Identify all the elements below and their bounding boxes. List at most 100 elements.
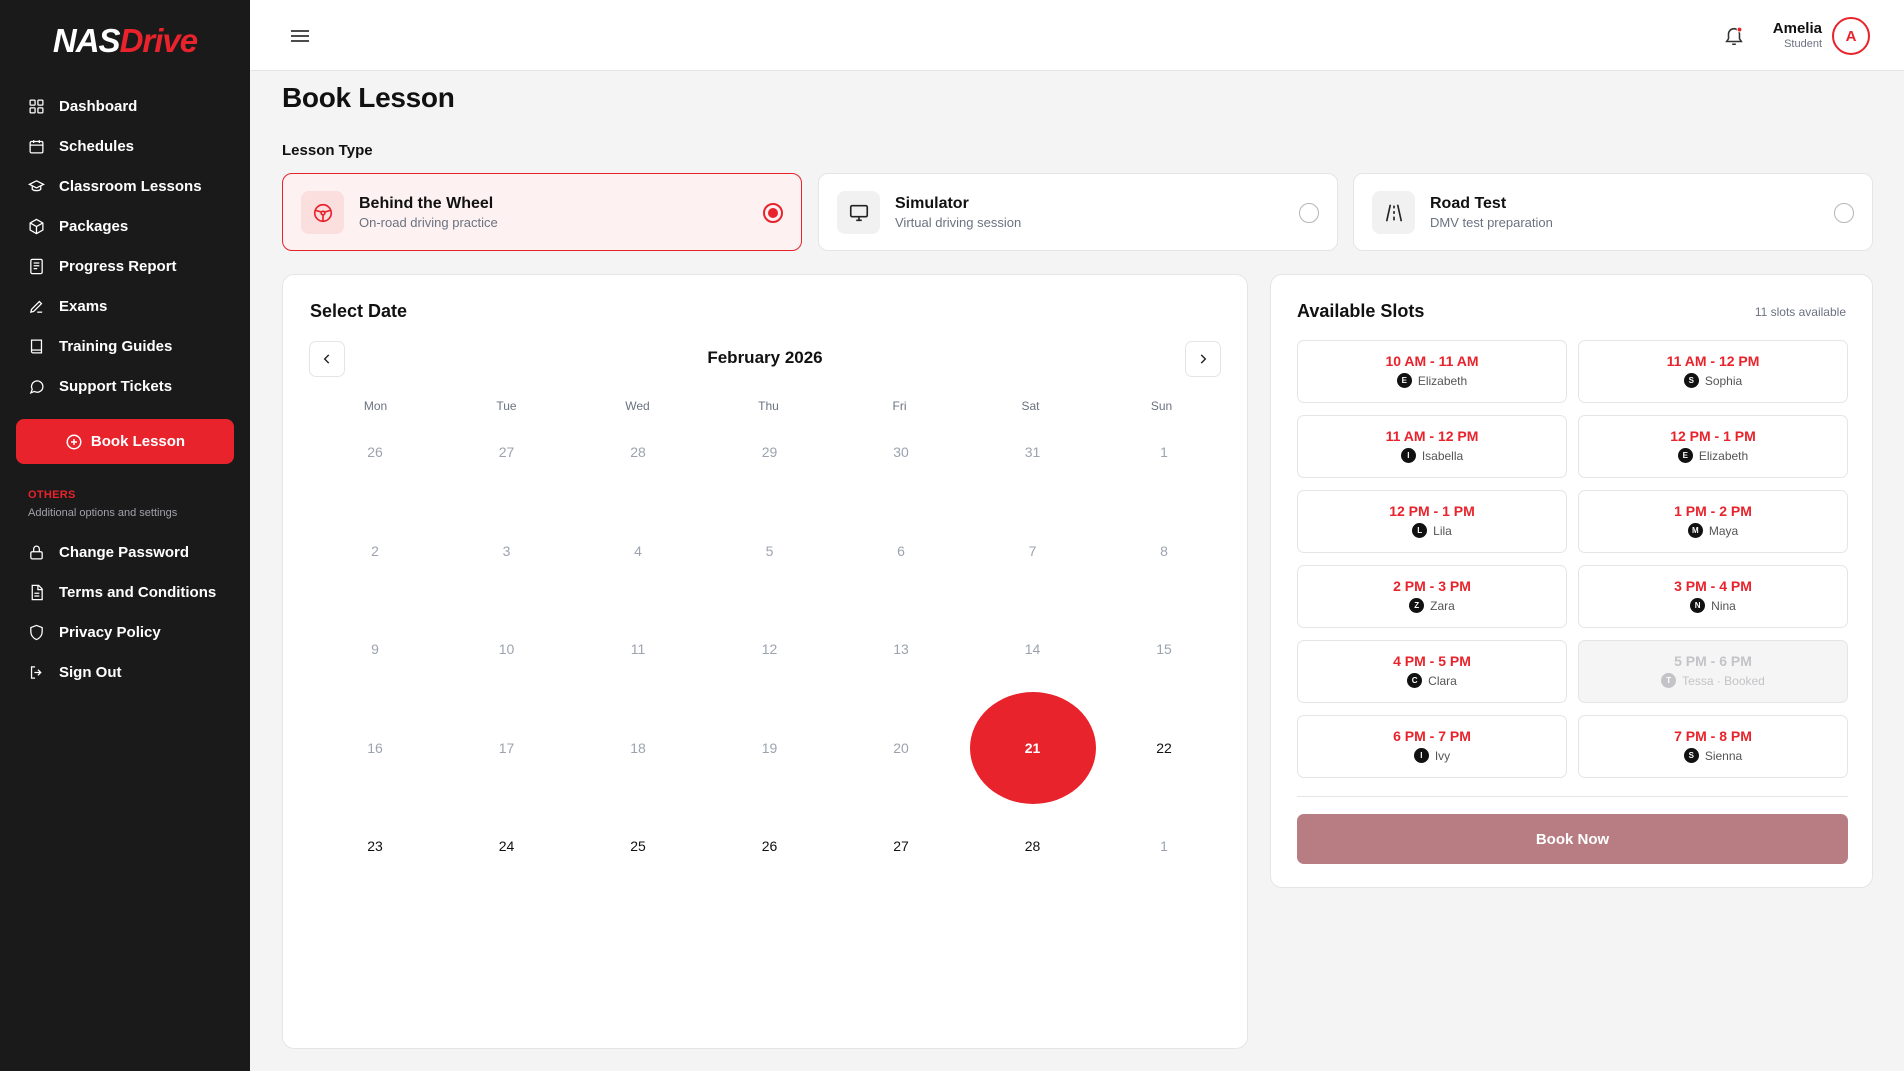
sidebar-item-training-guides[interactable]: Training Guides: [16, 326, 234, 366]
user-role: Student: [1784, 38, 1822, 50]
sidebar-item-progress-report[interactable]: Progress Report: [16, 246, 234, 286]
calendar-day[interactable]: 2: [312, 495, 438, 607]
calendar-day[interactable]: 31: [970, 396, 1096, 508]
calendar-day[interactable]: 6: [838, 495, 964, 607]
slot-time: 2 PM - 3 PM: [1393, 578, 1471, 594]
lesson-type-radio[interactable]: [1834, 203, 1854, 223]
book-lesson-button[interactable]: Book Lesson: [16, 419, 234, 464]
lesson-type-icon-box: [837, 191, 880, 234]
sidebar-item-change-password[interactable]: Change Password: [16, 532, 234, 572]
others-title: OTHERS: [28, 489, 76, 501]
calendar-day[interactable]: 15: [1101, 593, 1227, 705]
calendar-day[interactable]: 13: [838, 593, 964, 705]
bell-icon[interactable]: [1723, 24, 1745, 48]
lesson-type-radio[interactable]: [1299, 203, 1319, 223]
logo[interactable]: NASDrive: [0, 22, 250, 60]
slot-time: 10 AM - 11 AM: [1385, 353, 1479, 369]
sidebar-item-packages[interactable]: Packages: [16, 206, 234, 246]
calendar-day[interactable]: 29: [707, 396, 833, 508]
time-slot[interactable]: 3 PM - 4 PM N Nina: [1578, 565, 1848, 628]
sidebar-item-label: Privacy Policy: [59, 623, 161, 641]
calendar-day[interactable]: 22: [1101, 692, 1227, 804]
calendar-day[interactable]: 20: [838, 692, 964, 804]
calendar-day[interactable]: 14: [970, 593, 1096, 705]
time-slot[interactable]: 11 AM - 12 PM S Sophia: [1578, 340, 1848, 403]
calendar-day[interactable]: 27: [838, 790, 964, 902]
time-slot[interactable]: 10 AM - 11 AM E Elizabeth: [1297, 340, 1567, 403]
instructor-badge: I: [1400, 448, 1416, 463]
calendar-day-selected[interactable]: 21: [969, 691, 1096, 804]
slot-time: 7 PM - 8 PM: [1674, 728, 1752, 744]
sidebar-item-classroom-lessons[interactable]: Classroom Lessons: [16, 166, 234, 206]
sidebar-item-sign-out[interactable]: Sign Out: [16, 652, 234, 692]
calendar-day[interactable]: 1: [1101, 396, 1227, 508]
plus-circle-icon: [66, 434, 82, 449]
sidebar-item-exams[interactable]: Exams: [16, 286, 234, 326]
calendar-day[interactable]: 11: [575, 593, 701, 705]
calendar-day[interactable]: 4: [575, 495, 701, 607]
calendar-day[interactable]: 18: [575, 692, 701, 804]
lesson-type-title: Road Test: [1430, 195, 1507, 212]
slot-time: 1 PM - 2 PM: [1674, 503, 1752, 519]
sidebar-item-dashboard[interactable]: Dashboard: [16, 86, 234, 126]
sidebar: NASDrive Dashboard Schedules Classroom L…: [0, 0, 250, 1071]
calendar-day[interactable]: 8: [1101, 495, 1227, 607]
lesson-type-road-test[interactable]: Road Test DMV test preparation: [1353, 173, 1873, 251]
lesson-type-behind-the-wheel[interactable]: Behind the Wheel On-road driving practic…: [282, 173, 802, 251]
calendar-day[interactable]: 17: [444, 692, 570, 804]
graduation-cap-icon: [28, 179, 45, 191]
calendar-day[interactable]: 26: [312, 396, 438, 508]
sidebar-item-terms[interactable]: Terms and Conditions: [16, 572, 234, 612]
lesson-type-radio[interactable]: [763, 203, 783, 223]
calendar-day[interactable]: 16: [312, 692, 438, 804]
calendar-day[interactable]: 12: [707, 593, 833, 705]
lesson-type-label: Lesson Type: [282, 142, 373, 159]
calendar-day[interactable]: 7: [970, 495, 1096, 607]
time-slot[interactable]: 12 PM - 1 PM E Elizabeth: [1578, 415, 1848, 478]
instructor-badge: C: [1407, 673, 1423, 688]
sidebar-nav: Dashboard Schedules Classroom Lessons Pa…: [16, 86, 234, 406]
sidebar-item-privacy-policy[interactable]: Privacy Policy: [16, 612, 234, 652]
calendar-day[interactable]: 30: [838, 396, 964, 508]
calendar-day[interactable]: 26: [707, 790, 833, 902]
time-slot[interactable]: 1 PM - 2 PM M Maya: [1578, 490, 1848, 553]
calendar-day[interactable]: 5: [707, 495, 833, 607]
calendar-day[interactable]: 24: [444, 790, 570, 902]
book-now-button[interactable]: Book Now: [1297, 814, 1848, 864]
calendar-day[interactable]: 1: [1101, 790, 1227, 902]
calendar-day[interactable]: 19: [707, 692, 833, 804]
time-slot[interactable]: 12 PM - 1 PM L Lila: [1297, 490, 1567, 553]
time-slot[interactable]: 2 PM - 3 PM Z Zara: [1297, 565, 1567, 628]
lesson-type-subtitle: On-road driving practice: [359, 215, 498, 230]
sidebar-item-schedules[interactable]: Schedules: [16, 126, 234, 166]
calendar-day[interactable]: 25: [575, 790, 701, 902]
menu-icon[interactable]: [288, 25, 312, 47]
package-icon: [29, 218, 44, 234]
time-slot[interactable]: 7 PM - 8 PM S Sienna: [1578, 715, 1848, 778]
slot-time: 4 PM - 5 PM: [1393, 653, 1471, 669]
document-icon: [31, 584, 43, 600]
calendar-day[interactable]: 28: [970, 790, 1096, 902]
calendar-day[interactable]: 9: [312, 593, 438, 705]
time-slot[interactable]: 11 AM - 12 PM I Isabella: [1297, 415, 1567, 478]
time-slot[interactable]: 4 PM - 5 PM C Clara: [1297, 640, 1567, 703]
calendar-day[interactable]: 10: [444, 593, 570, 705]
sidebar-item-support-tickets[interactable]: Support Tickets: [16, 366, 234, 406]
slot-instructor: N Nina: [1579, 598, 1847, 613]
calendar-day[interactable]: 3: [444, 495, 570, 607]
avatar[interactable]: A: [1832, 17, 1870, 55]
slot-time: 3 PM - 4 PM: [1674, 578, 1752, 594]
calendar-icon: [29, 139, 44, 154]
user-name: Amelia: [1772, 20, 1822, 37]
lesson-type-subtitle: DMV test preparation: [1430, 215, 1553, 230]
time-slot[interactable]: 6 PM - 7 PM I Ivy: [1297, 715, 1567, 778]
lesson-type-simulator[interactable]: Simulator Virtual driving session: [818, 173, 1338, 251]
slots-panel: Available Slots 11 slots available 10 AM…: [1270, 274, 1873, 888]
user-info[interactable]: Amelia Student: [1773, 20, 1822, 50]
calendar-day[interactable]: 28: [575, 396, 701, 508]
calendar-day[interactable]: 27: [444, 396, 570, 508]
lock-icon: [30, 545, 43, 560]
calendar-day[interactable]: 23: [312, 790, 438, 902]
instructor-badge: T: [1661, 673, 1677, 688]
next-month-button[interactable]: [1185, 341, 1221, 377]
